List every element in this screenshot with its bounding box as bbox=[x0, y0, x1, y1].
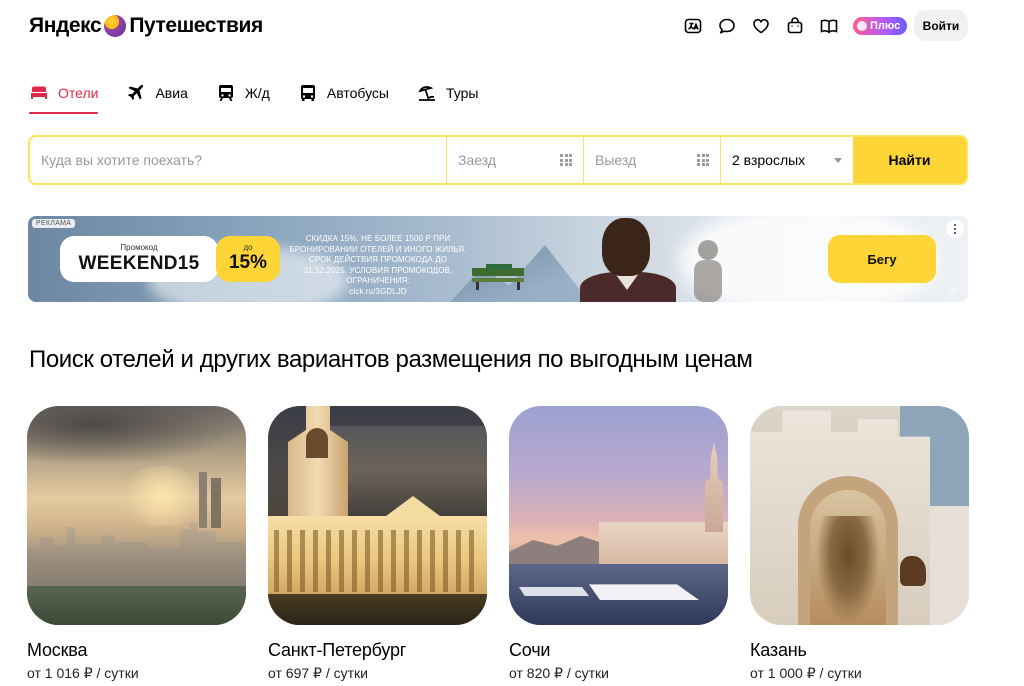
tab-label: Авиа bbox=[155, 85, 188, 101]
bed-icon bbox=[31, 86, 47, 99]
book-icon[interactable] bbox=[817, 14, 841, 38]
logo-yandex: Яндекс bbox=[29, 14, 102, 37]
checkout-field[interactable]: Выезд bbox=[584, 137, 720, 183]
destination-field[interactable] bbox=[30, 137, 446, 183]
ad-banner[interactable]: РЕКЛАМА Промокод WEEKEND15 до 15% СКИДКА… bbox=[28, 216, 968, 302]
translate-icon[interactable] bbox=[681, 14, 705, 38]
calendar-icon bbox=[560, 154, 572, 166]
logo[interactable]: Яндекс Путешествия bbox=[29, 11, 263, 41]
tab-label: Ж/д bbox=[244, 85, 270, 101]
section-title: Поиск отелей и других вариантов размещен… bbox=[29, 346, 753, 373]
chat-icon[interactable] bbox=[715, 14, 739, 38]
checkout-placeholder: Выезд bbox=[595, 152, 637, 168]
bag-icon[interactable] bbox=[783, 14, 807, 38]
city-card-moscow[interactable]: Москва от 1 016 ₽ / сутки bbox=[27, 406, 246, 682]
promo-label: Промокод bbox=[120, 243, 158, 252]
city-name: Санкт-Петербург bbox=[268, 640, 407, 660]
tab-hotels[interactable]: Отели bbox=[29, 80, 99, 114]
discount-value: 15% bbox=[228, 252, 268, 273]
checkin-field[interactable]: Заезд bbox=[447, 137, 583, 183]
globe-icon bbox=[104, 15, 127, 37]
city-price: от 1 016 ₽ / сутки bbox=[27, 665, 139, 681]
calendar-icon bbox=[697, 154, 709, 166]
ad-terms: СКИДКА 15%, НЕ БОЛЕЕ 1500 Р ПРИ БРОНИРОВ… bbox=[288, 234, 468, 297]
destination-input[interactable] bbox=[41, 152, 435, 168]
city-photo bbox=[509, 406, 728, 625]
plane-icon bbox=[128, 84, 144, 100]
tab-avia[interactable]: Авиа bbox=[126, 80, 188, 114]
ad-person-illustration bbox=[580, 216, 676, 302]
city-price: от 820 ₽ / сутки bbox=[509, 665, 609, 681]
city-name: Казань bbox=[750, 640, 807, 660]
discount-box: до 15% bbox=[216, 236, 280, 282]
age-rating: 0+ bbox=[950, 288, 958, 295]
guests-value: 2 взрослых bbox=[732, 152, 806, 168]
tab-label: Туры bbox=[445, 85, 479, 101]
ad-terms-link[interactable]: clck.ru/3GDLJD bbox=[349, 287, 406, 296]
city-price: от 697 ₽ / сутки bbox=[268, 665, 368, 681]
ad-bench-illustration bbox=[472, 264, 524, 290]
city-photo bbox=[750, 406, 969, 625]
login-button[interactable]: Войти bbox=[914, 10, 968, 41]
city-name: Сочи bbox=[509, 640, 551, 660]
discount-prefix: до bbox=[243, 243, 253, 252]
tab-label: Отели bbox=[58, 85, 99, 101]
city-card-sochi[interactable]: Сочи от 820 ₽ / сутки bbox=[509, 406, 728, 682]
tab-tours[interactable]: Туры bbox=[417, 80, 478, 114]
ad-cta-button[interactable]: Бегу bbox=[828, 235, 936, 283]
checkin-placeholder: Заезд bbox=[458, 152, 497, 168]
chevron-down-icon bbox=[834, 157, 842, 163]
plus-icon bbox=[857, 21, 867, 31]
ad-terms-text: СКИДКА 15%, НЕ БОЛЕЕ 1500 Р ПРИ БРОНИРОВ… bbox=[289, 234, 467, 285]
beach-icon bbox=[418, 86, 435, 101]
train-icon bbox=[218, 85, 233, 101]
header: Яндекс Путешествия Плюс Войти bbox=[0, 0, 1024, 56]
promo-code-box: Промокод WEEKEND15 bbox=[60, 236, 218, 282]
bus-icon bbox=[300, 85, 315, 101]
header-icons: Плюс bbox=[681, 14, 919, 38]
tab-label: Автобусы bbox=[326, 85, 389, 101]
ad-traveler-illustration bbox=[694, 240, 722, 302]
city-price: от 1 000 ₽ / сутки bbox=[750, 665, 862, 681]
city-card-spb[interactable]: Санкт-Петербург от 697 ₽ / сутки bbox=[268, 406, 487, 682]
promo-code: WEEKEND15 bbox=[78, 253, 200, 274]
hotel-search-form: Заезд Выезд 2 взрослых Найти bbox=[28, 135, 968, 185]
tab-buses[interactable]: Автобусы bbox=[298, 80, 389, 114]
guests-select[interactable]: 2 взрослых bbox=[721, 137, 853, 183]
city-card-kazan[interactable]: Казань от 1 000 ₽ / сутки bbox=[750, 406, 969, 682]
logo-travel: Путешествия bbox=[129, 14, 263, 37]
ad-label: РЕКЛАМА bbox=[32, 219, 76, 228]
city-photo bbox=[27, 406, 246, 625]
transport-tabs: Отели Авиа Ж/д Автобусы Туры bbox=[29, 80, 506, 114]
city-cards: Москва от 1 016 ₽ / сутки Санкт-Петербур… bbox=[27, 406, 991, 682]
city-name: Москва bbox=[27, 640, 88, 660]
plus-badge[interactable]: Плюс bbox=[853, 17, 908, 35]
tab-trains[interactable]: Ж/д bbox=[216, 80, 270, 114]
city-photo bbox=[268, 406, 487, 625]
plus-label: Плюс bbox=[870, 20, 901, 32]
search-button[interactable]: Найти bbox=[853, 137, 966, 183]
more-vertical-icon[interactable] bbox=[946, 220, 964, 238]
heart-icon[interactable] bbox=[749, 14, 773, 38]
